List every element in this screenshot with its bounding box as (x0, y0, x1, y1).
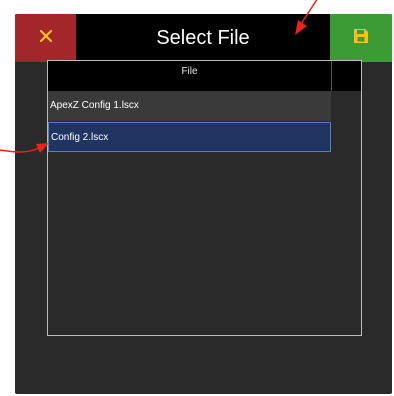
dialog-header: Select File (15, 14, 392, 62)
close-icon (38, 28, 54, 49)
close-button[interactable] (15, 14, 76, 62)
file-table: File ApexZ Config 1.lscx Config 2.lscx (47, 60, 362, 336)
screenshot-stage: Select File File ApexZ Config 1.lscx Con… (0, 0, 394, 396)
file-row[interactable]: ApexZ Config 1.lscx (48, 91, 331, 121)
select-file-dialog: Select File File ApexZ Config 1.lscx Con… (15, 14, 392, 394)
file-column-header[interactable]: File (48, 61, 331, 91)
file-row-selected[interactable]: Config 2.lscx (48, 122, 331, 152)
scrollbar-header (331, 61, 361, 91)
save-button[interactable] (330, 14, 392, 62)
dialog-title: Select File (156, 27, 250, 49)
save-icon (352, 27, 370, 50)
